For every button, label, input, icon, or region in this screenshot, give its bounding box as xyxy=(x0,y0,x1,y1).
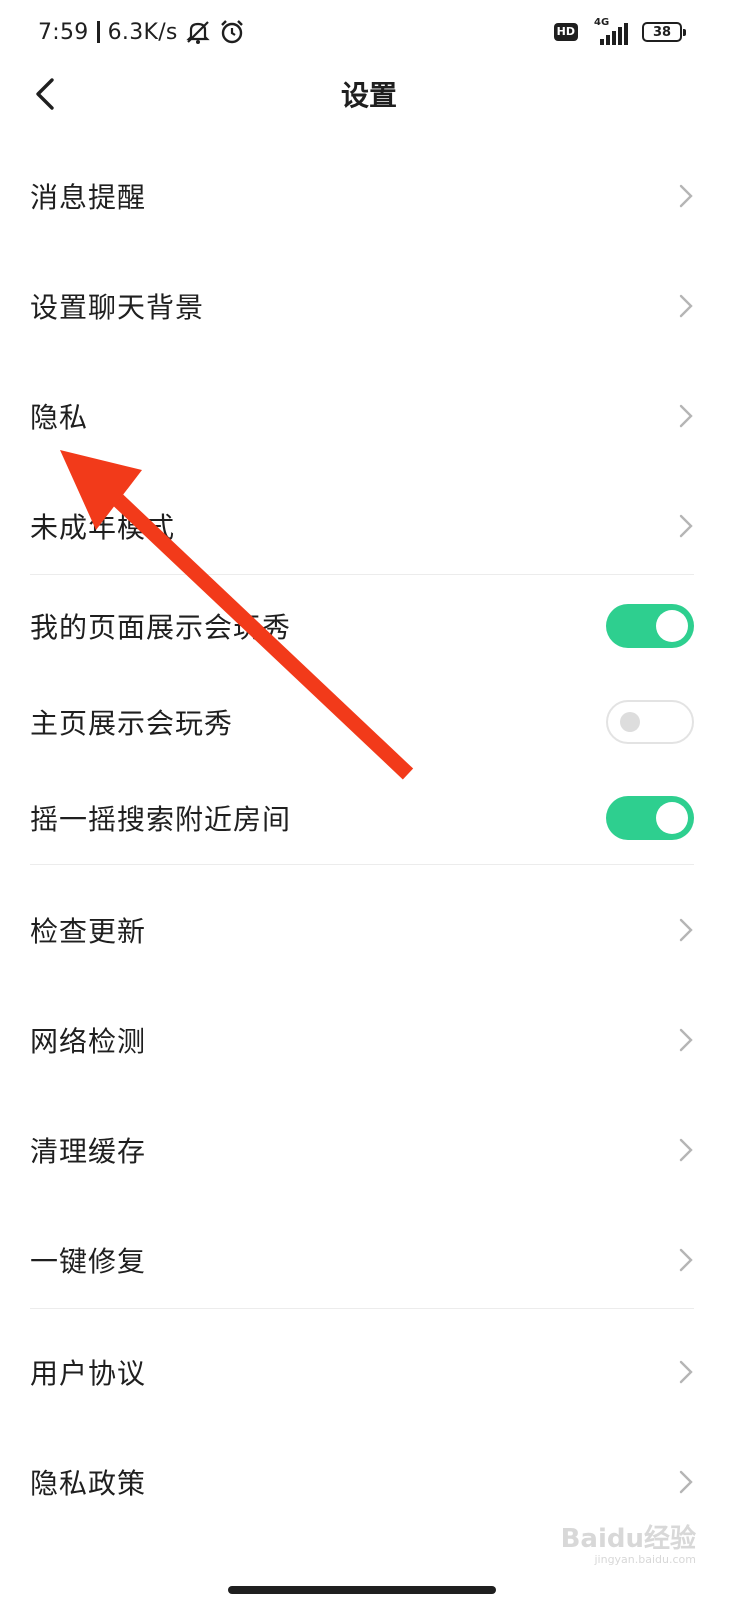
baidu-watermark: Baidu经验 jingyan.baidu.com xyxy=(561,1518,696,1566)
status-left: 7:59 6.3K/s xyxy=(38,14,246,50)
settings-item-shake-search: 摇一摇搜索附近房间 xyxy=(0,788,738,848)
settings-item-privacy-policy[interactable]: 隐私政策 xyxy=(0,1452,738,1512)
settings-item-label: 摇一摇搜索附近房间 xyxy=(30,803,292,836)
chevron-right-icon xyxy=(679,1470,693,1494)
watermark-url: jingyan.baidu.com xyxy=(594,1553,696,1566)
toggle-knob xyxy=(656,610,688,642)
chevron-right-icon xyxy=(679,294,693,318)
status-net-speed: 6.3K/s xyxy=(107,19,178,45)
toggle-switch-show-on-my-page[interactable] xyxy=(606,604,694,648)
settings-item-label: 设置聊天背景 xyxy=(30,291,205,324)
home-indicator[interactable] xyxy=(228,1586,496,1594)
settings-item-privacy[interactable]: 隐私 xyxy=(0,386,738,446)
chevron-right-icon xyxy=(679,918,693,942)
chevron-right-icon xyxy=(679,1028,693,1052)
chevron-right-icon xyxy=(679,1248,693,1272)
settings-item-label: 消息提醒 xyxy=(30,181,147,214)
settings-item-chat-background[interactable]: 设置聊天背景 xyxy=(0,276,738,336)
chevron-right-icon xyxy=(679,1360,693,1384)
bell-off-icon xyxy=(186,21,210,44)
section-divider xyxy=(30,864,694,865)
alarm-icon xyxy=(220,20,243,44)
settings-item-network-test[interactable]: 网络检测 xyxy=(0,1010,738,1070)
settings-item-user-agreement[interactable]: 用户协议 xyxy=(0,1342,738,1402)
status-separator xyxy=(96,21,100,43)
settings-item-check-update[interactable]: 检查更新 xyxy=(0,900,738,960)
signal-icon: 4G xyxy=(588,17,632,45)
chevron-right-icon xyxy=(679,514,693,538)
section-divider xyxy=(30,574,694,575)
settings-item-one-click-repair[interactable]: 一键修复 xyxy=(0,1230,738,1290)
watermark-brand: Baidu经验 xyxy=(560,1524,696,1554)
settings-item-label: 用户协议 xyxy=(30,1357,147,1390)
status-time: 7:59 xyxy=(38,19,89,45)
settings-item-show-on-my-page: 我的页面展示会玩秀 xyxy=(0,596,738,656)
settings-item-label: 主页展示会玩秀 xyxy=(30,707,234,740)
header: 设置 xyxy=(0,62,738,126)
toggle-knob xyxy=(620,712,640,732)
chevron-right-icon xyxy=(679,1138,693,1162)
toggle-switch-show-on-home[interactable] xyxy=(606,700,694,744)
settings-item-label: 清理缓存 xyxy=(30,1135,147,1168)
settings-item-label: 一键修复 xyxy=(30,1245,147,1278)
chevron-right-icon xyxy=(679,404,693,428)
chevron-right-icon xyxy=(679,184,693,208)
battery-level: 38 xyxy=(652,24,672,40)
settings-item-message-reminder[interactable]: 消息提醒 xyxy=(0,166,738,226)
status-right: HD 4G 38 xyxy=(553,17,686,46)
settings-item-show-on-home: 主页展示会玩秀 xyxy=(0,692,738,752)
settings-item-label: 网络检测 xyxy=(30,1025,147,1058)
settings-item-minor-mode[interactable]: 未成年模式 xyxy=(0,496,738,556)
settings-item-label: 未成年模式 xyxy=(30,511,176,544)
settings-item-label: 隐私政策 xyxy=(30,1467,147,1500)
hd-badge: HD xyxy=(553,23,578,41)
toggle-switch-shake-search[interactable] xyxy=(606,796,694,840)
section-divider xyxy=(30,1308,694,1309)
settings-item-label: 隐私 xyxy=(30,401,89,434)
status-bar: 7:59 6.3K/s HD 4G 38 xyxy=(0,0,738,66)
settings-item-label: 检查更新 xyxy=(30,915,147,948)
battery-icon: 38 xyxy=(642,22,686,42)
page-title: 设置 xyxy=(340,79,397,112)
settings-item-label: 我的页面展示会玩秀 xyxy=(30,611,292,644)
settings-item-clear-cache[interactable]: 清理缓存 xyxy=(0,1120,738,1180)
toggle-knob xyxy=(656,802,688,834)
